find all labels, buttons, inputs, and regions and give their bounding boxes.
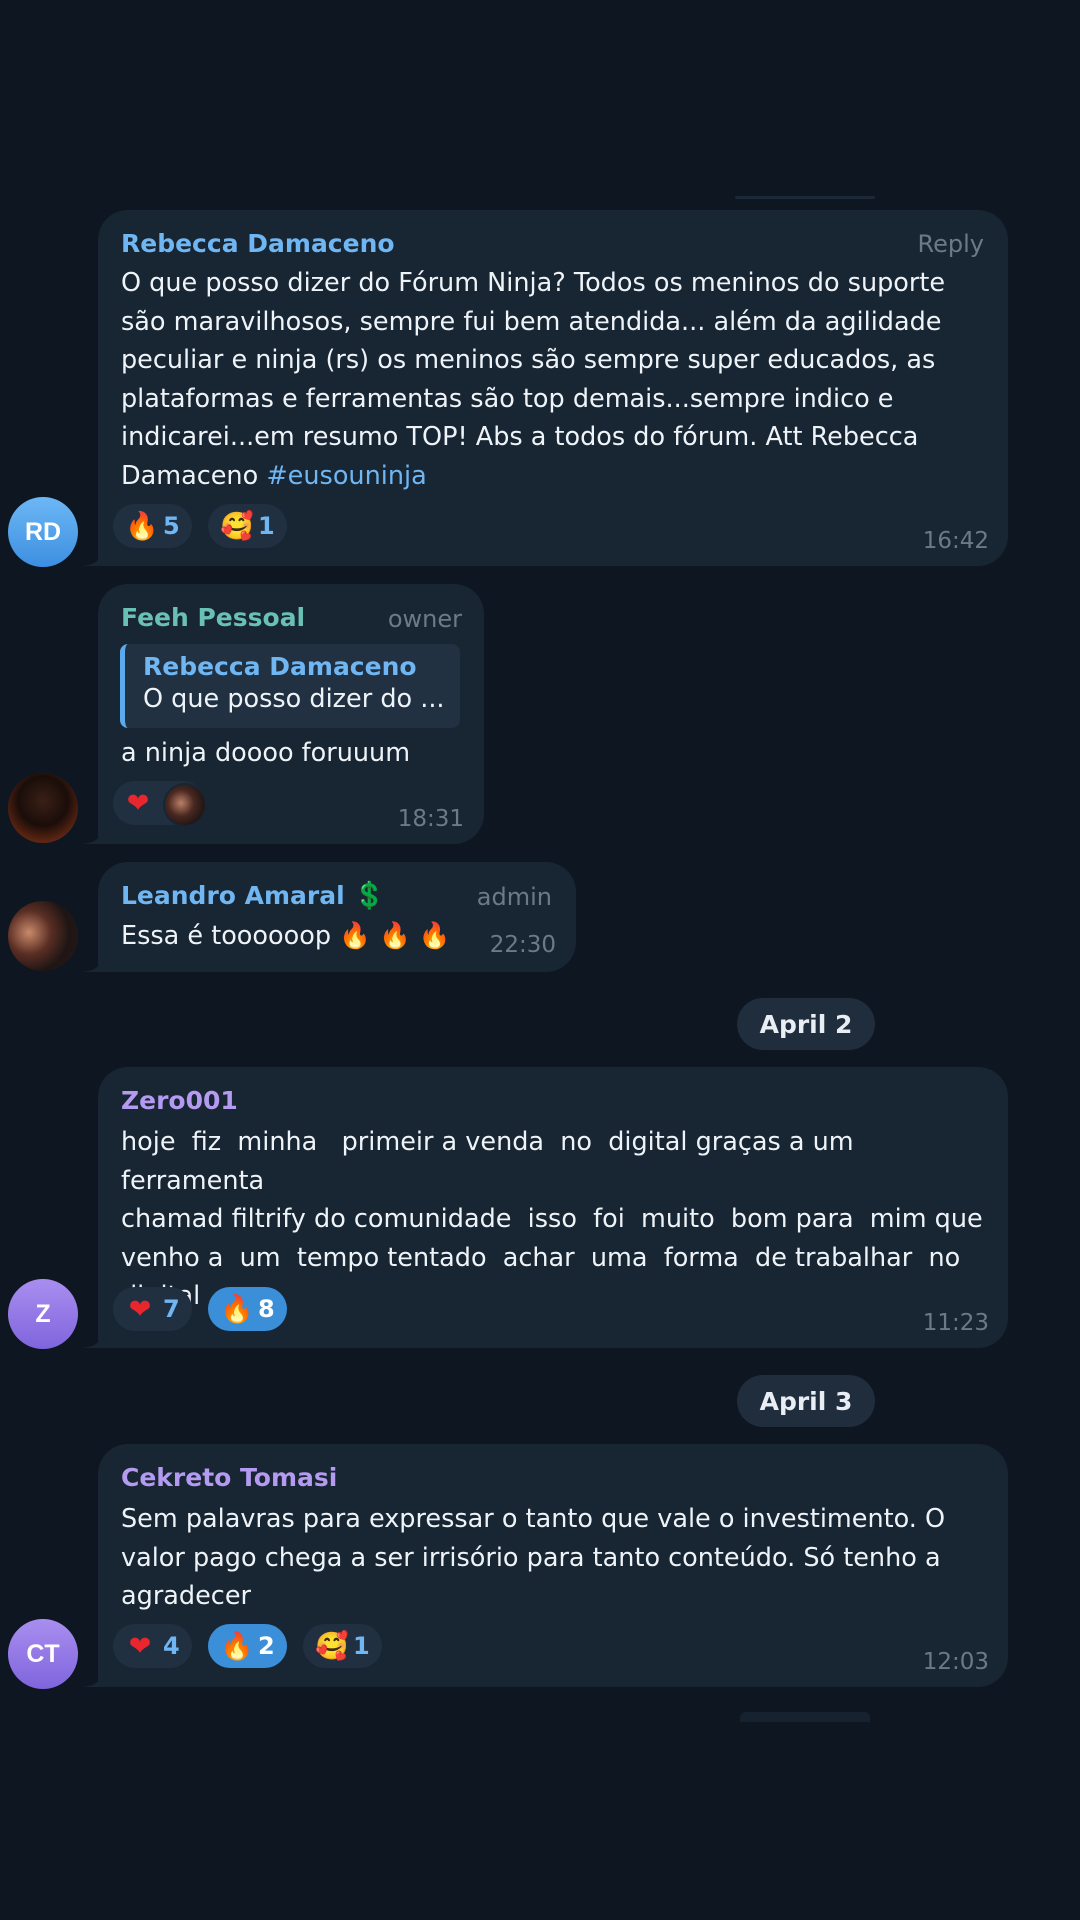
message-text: O que posso dizer do Fórum Ninja? Todos …: [121, 264, 991, 495]
reply-quote[interactable]: Rebecca Damaceno O que posso dizer do ..…: [120, 644, 460, 728]
reaction-count: 5: [163, 512, 180, 540]
role-badge: owner: [387, 605, 462, 633]
date-separator-partial-bottom: [740, 1712, 870, 1722]
message-author[interactable]: Zero001: [121, 1086, 238, 1115]
message-time: 16:42: [922, 528, 989, 554]
date-label: April 2: [759, 1009, 853, 1039]
quote-snippet: O que posso dizer do ...: [143, 684, 445, 714]
avatar-initials: RD: [24, 517, 62, 546]
fire-icon: 🔥: [220, 1630, 254, 1662]
message-bubble[interactable]: Cekreto Tomasi Sem palavras para express…: [84, 1444, 1008, 1687]
dollar-badge-icon: 💲: [353, 881, 386, 911]
reaction-heart[interactable]: ❤ 4: [113, 1624, 192, 1668]
reaction-count: 4: [163, 1632, 180, 1660]
reaction-count: 7: [163, 1295, 180, 1323]
message-author[interactable]: Rebecca Damaceno: [121, 229, 395, 258]
author-name: Leandro Amaral: [121, 881, 345, 910]
role-badge: admin: [476, 883, 552, 911]
reaction-smiling-hearts[interactable]: 🥰 1: [303, 1624, 382, 1668]
heart-icon: ❤: [128, 1293, 152, 1325]
avatar[interactable]: Z: [8, 1279, 78, 1349]
avatar-initials: Z: [35, 1299, 51, 1328]
message-author[interactable]: Leandro Amaral 💲: [121, 881, 386, 911]
smiling-hearts-icon: 🥰: [315, 1630, 349, 1662]
hashtag-link[interactable]: #eusouninja: [266, 461, 426, 491]
date-separator-partial-top: [735, 196, 875, 199]
quote-author: Rebecca Damaceno: [143, 652, 417, 681]
reaction-fire[interactable]: 🔥 8: [208, 1287, 287, 1331]
reaction-count: 1: [353, 1632, 370, 1660]
message-bubble[interactable]: Zero001 hoje fiz minha primeir a venda n…: [84, 1067, 1008, 1348]
hooded-figure-avatar[interactable]: [8, 773, 78, 843]
message-text: Sem palavras para expressar o tanto que …: [121, 1504, 946, 1611]
message-bubble[interactable]: Rebecca Damaceno Reply O que posso dizer…: [84, 210, 1008, 566]
heart-icon: ❤: [128, 1630, 152, 1662]
avatar[interactable]: CT: [8, 1619, 78, 1689]
message-text: Essa é toooooop 🔥 🔥 🔥: [121, 921, 451, 951]
date-separator: April 3: [737, 1375, 875, 1427]
message-time: 11:23: [922, 1310, 989, 1336]
message-time: 18:31: [397, 806, 464, 832]
fire-icon: 🔥: [125, 510, 159, 542]
reaction-heart[interactable]: ❤ 7: [113, 1287, 192, 1331]
date-separator: April 2: [737, 998, 875, 1050]
message-text: a ninja doooo foruuum: [121, 738, 411, 768]
reaction-fire[interactable]: 🔥 2: [208, 1624, 287, 1668]
reaction-smiling-hearts[interactable]: 🥰 1: [208, 504, 287, 548]
message-bubble[interactable]: Leandro Amaral 💲 admin Essa é toooooop 🔥…: [84, 862, 576, 972]
message-time: 22:30: [489, 932, 556, 958]
reactor-avatar: [163, 783, 207, 827]
reaction-heart[interactable]: ❤: [113, 781, 207, 827]
avatar[interactable]: RD: [8, 497, 78, 567]
group-photo-avatar[interactable]: [8, 901, 78, 971]
reaction-fire[interactable]: 🔥 5: [113, 504, 192, 548]
date-label: April 3: [759, 1386, 853, 1416]
message-time: 12:03: [922, 1649, 989, 1675]
reaction-count: 1: [258, 512, 275, 540]
avatar-initials: CT: [26, 1639, 60, 1668]
heart-icon: ❤: [126, 787, 150, 819]
fire-icon: 🔥: [220, 1293, 254, 1325]
message-author[interactable]: Cekreto Tomasi: [121, 1463, 337, 1492]
message-author[interactable]: Feeh Pessoal: [121, 603, 305, 632]
reaction-count: 2: [258, 1632, 275, 1660]
reaction-count: 8: [258, 1295, 275, 1323]
reply-button[interactable]: Reply: [918, 230, 984, 258]
message-body: O que posso dizer do Fórum Ninja? Todos …: [121, 268, 946, 491]
message-bubble[interactable]: Feeh Pessoal owner Rebecca Damaceno O qu…: [84, 584, 484, 844]
smiling-hearts-icon: 🥰: [220, 510, 254, 542]
